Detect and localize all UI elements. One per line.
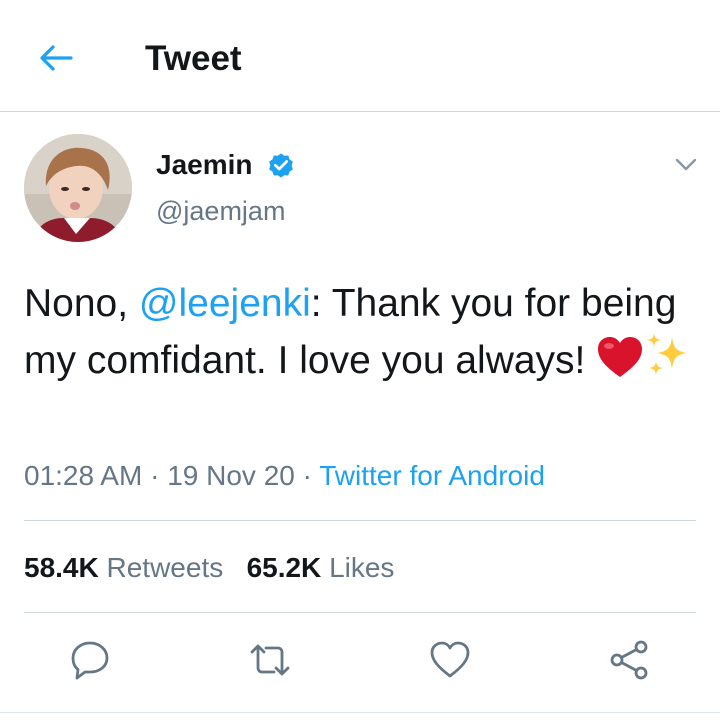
divider: [0, 712, 720, 713]
chevron-down-icon: [675, 158, 697, 171]
tweet-time: 01:28 AM: [24, 460, 143, 491]
likes-label: Likes: [329, 552, 395, 583]
page-title: Tweet: [145, 39, 242, 78]
tweet-meta: 01:28 AM · 19 Nov 20 · Twitter for Andro…: [24, 458, 545, 494]
back-button[interactable]: [36, 38, 76, 78]
author-handle[interactable]: @jaemjam: [156, 194, 285, 228]
retweet-button[interactable]: [248, 638, 292, 682]
verified-badge-icon: [266, 150, 296, 180]
reply-button[interactable]: [68, 638, 112, 682]
heart-icon: [430, 641, 470, 678]
tweet-date: 19 Nov 20: [167, 460, 295, 491]
top-bar: Tweet: [0, 0, 720, 112]
reply-icon: [71, 641, 109, 680]
author-display-name[interactable]: Jaemin: [156, 148, 253, 182]
avatar-photo: [24, 134, 132, 242]
red-heart-emoji: [596, 335, 644, 394]
arrow-left-icon: [40, 45, 73, 71]
more-options-button[interactable]: [672, 150, 700, 178]
likes-count: 65.2K: [246, 552, 322, 583]
sparkles-emoji: [644, 331, 690, 394]
tweet-text: Nono, @leejenki: Thank you for being my …: [24, 276, 694, 394]
divider: [24, 612, 696, 613]
retweets-stat[interactable]: 58.4K Retweets: [24, 552, 223, 583]
avatar[interactable]: [24, 134, 132, 242]
like-button[interactable]: [428, 638, 472, 682]
retweets-count: 58.4K: [24, 552, 99, 583]
meta-separator: ·: [150, 460, 160, 491]
tweet-stats: 58.4K Retweets 65.2K Likes: [24, 550, 394, 586]
share-icon: [610, 640, 648, 680]
meta-separator: ·: [302, 460, 312, 491]
likes-stat[interactable]: 65.2K Likes: [247, 552, 395, 583]
divider: [24, 520, 696, 521]
mention-link[interactable]: @leejenki: [139, 282, 311, 325]
retweet-icon: [250, 644, 290, 676]
share-button[interactable]: [608, 638, 652, 682]
retweets-label: Retweets: [106, 552, 224, 583]
tweet-source-link[interactable]: Twitter for Android: [319, 460, 545, 491]
tweet-text-prefix: Nono,: [24, 282, 139, 325]
